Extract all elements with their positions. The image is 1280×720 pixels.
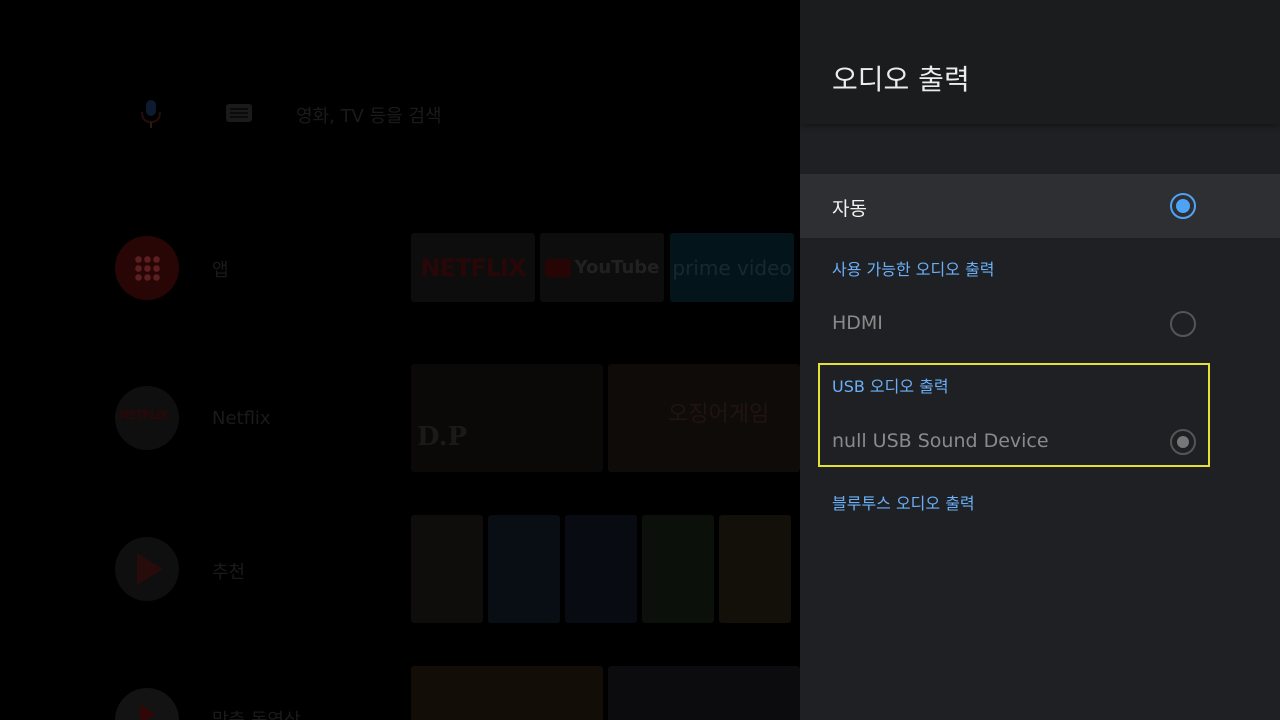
- row-label-custom-videos: 맞춤 동영상: [212, 706, 301, 720]
- radio-selected-icon[interactable]: [1170, 193, 1196, 219]
- netflix-show-tile[interactable]: 오징어게임: [608, 364, 800, 472]
- play-movies-icon[interactable]: [115, 537, 179, 601]
- audio-output-panel: 오디오 출력 자동 사용 가능한 오디오 출력 HDMI USB 오디오 출력 …: [800, 0, 1280, 720]
- option-auto[interactable]: 자동: [800, 174, 1280, 238]
- section-bluetooth-outputs[interactable]: 블루투스 오디오 출력: [832, 490, 975, 514]
- radio-unselected-icon[interactable]: [1170, 311, 1196, 337]
- video-tile[interactable]: [411, 666, 603, 720]
- youtube-app-tile[interactable]: YouTube: [540, 233, 664, 302]
- option-hdmi[interactable]: HDMI: [800, 292, 1280, 356]
- search-placeholder[interactable]: 영화, TV 등을 검색: [296, 102, 442, 128]
- youtube-icon[interactable]: [115, 688, 179, 720]
- prime-video-app-tile[interactable]: prime video: [670, 233, 794, 302]
- netflix-icon[interactable]: NETFLIX: [115, 386, 179, 450]
- recommended-tile[interactable]: [565, 515, 637, 623]
- option-hdmi-label: HDMI: [832, 312, 883, 334]
- panel-title: 오디오 출력: [832, 63, 970, 96]
- row-label-netflix: Netflix: [212, 408, 271, 429]
- keyboard-icon[interactable]: [226, 104, 252, 122]
- recommended-tile[interactable]: [642, 515, 714, 623]
- home-screen: 영화, TV 등을 검색 앱 NETFLIX Netflix 추천 맞춤 동영상…: [0, 0, 800, 720]
- search-bar[interactable]: 영화, TV 등을 검색: [130, 92, 530, 136]
- netflix-app-tile[interactable]: NETFLIX: [411, 233, 535, 302]
- recommended-tile[interactable]: [411, 515, 483, 623]
- row-label-apps: 앱: [212, 260, 229, 281]
- recommended-tile[interactable]: [488, 515, 560, 623]
- focus-highlight: [818, 363, 1210, 467]
- panel-header: 오디오 출력: [800, 0, 1280, 124]
- apps-grid-icon[interactable]: [115, 236, 179, 300]
- row-label-recommended: 추천: [212, 562, 246, 583]
- video-tile[interactable]: [608, 666, 800, 720]
- netflix-show-tile[interactable]: D.P: [411, 364, 603, 472]
- option-auto-label: 자동: [832, 198, 867, 220]
- section-available-outputs: 사용 가능한 오디오 출력: [832, 260, 995, 279]
- recommended-tile[interactable]: [719, 515, 791, 623]
- microphone-icon[interactable]: [136, 98, 166, 130]
